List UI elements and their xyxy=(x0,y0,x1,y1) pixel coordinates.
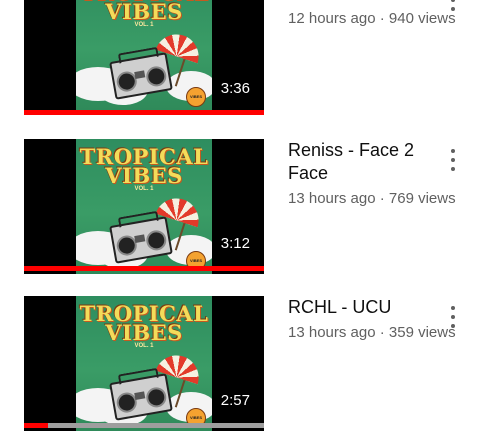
more-vert-icon[interactable] xyxy=(444,149,462,171)
watch-progress-fill xyxy=(24,110,264,115)
boombox-graphic xyxy=(109,367,173,421)
album-art: TROPICAL VIBES VOL. 1 VIBES xyxy=(76,296,212,431)
video-meta: 13 hours ago · 769 views xyxy=(288,190,456,207)
watch-progress-bar xyxy=(24,266,264,271)
video-title[interactable]: Reniss - Face 2 Face xyxy=(288,139,428,185)
thumbnail-subtext: VOL. 1 xyxy=(134,22,154,28)
video-meta: 13 hours ago · 359 views xyxy=(288,324,456,341)
video-title[interactable]: RCHL - UCU xyxy=(288,296,428,319)
watch-progress-bar xyxy=(24,110,264,115)
watch-progress-bar xyxy=(24,423,264,428)
album-art: TROPICAL VIBES VOL. 1 VIBES xyxy=(76,139,212,274)
watch-progress-fill xyxy=(24,266,264,271)
duration-badge: 2:57 xyxy=(220,392,250,409)
video-thumbnail[interactable]: TROPICAL VIBES VOL. 1 VIBES 3:36 xyxy=(24,0,264,110)
thumbnail-text: TROPICAL VIBES xyxy=(79,144,209,188)
thumbnail-subtext: VOL. 1 xyxy=(134,343,154,349)
thumbnail-subtext: VOL. 1 xyxy=(134,186,154,192)
thumbnail-text: TROPICAL VIBES xyxy=(80,0,208,24)
video-thumbnail[interactable]: TROPICAL VIBES VOL. 1 VIBES 2:57 xyxy=(24,296,264,431)
video-meta: 12 hours ago · 940 views xyxy=(288,10,456,27)
boombox-graphic xyxy=(109,46,173,100)
video-thumbnail[interactable]: TROPICAL VIBES VOL. 1 VIBES 3:12 xyxy=(24,139,264,274)
watch-progress-fill xyxy=(24,423,48,428)
boombox-graphic xyxy=(109,210,173,264)
album-art: TROPICAL VIBES VOL. 1 VIBES xyxy=(76,0,212,110)
thumbnail-text: TROPICAL VIBES xyxy=(79,301,209,345)
more-vert-icon[interactable] xyxy=(444,306,462,328)
duration-badge: 3:12 xyxy=(220,235,250,252)
duration-badge: 3:36 xyxy=(220,80,250,97)
label-badge: VIBES xyxy=(186,87,206,107)
more-vert-icon[interactable] xyxy=(444,0,462,11)
